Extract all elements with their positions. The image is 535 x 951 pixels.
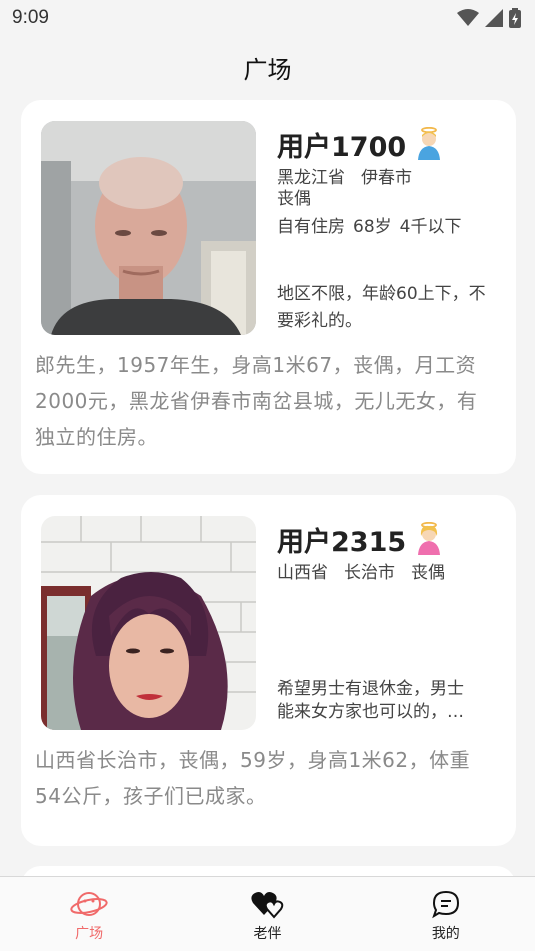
tab-label: 我的 <box>431 926 460 942</box>
tab-square[interactable]: 广场 <box>0 877 178 951</box>
income: 4千以下 <box>399 217 462 237</box>
wifi-icon <box>457 9 479 26</box>
tab-partner[interactable]: 老伴 <box>178 877 356 951</box>
status-time: 9:09 <box>12 7 49 28</box>
battery-icon <box>509 8 521 28</box>
bottom-tab-bar: 广场 老伴 我的 <box>0 876 535 951</box>
location: 黑龙江省 伊春市 <box>277 168 412 188</box>
page-title: 广场 <box>243 56 292 84</box>
signal-icon <box>485 9 503 27</box>
tab-mine[interactable]: 我的 <box>357 877 535 951</box>
profile-card[interactable]: 用户1700 黑龙江省 伊春市 丧偶 自有住房 68岁 4千以下 地区不限，年龄… <box>21 100 516 474</box>
feed-list[interactable]: 用户1700 黑龙江省 伊春市 丧偶 自有住房 68岁 4千以下 地区不限，年龄… <box>21 100 516 867</box>
planet-icon <box>70 892 108 916</box>
attributes-row: 自有住房 68岁 4千以下 <box>277 212 496 237</box>
female-avatar-icon <box>418 522 441 555</box>
tab-label: 老伴 <box>253 926 282 942</box>
male-avatar-icon <box>418 127 441 160</box>
profile-description: 山西省长治市，丧偶，59岁，身高1米62，体重54公斤，孩子们已成家。 <box>35 748 471 808</box>
user-name: 用户1700 <box>277 126 496 163</box>
profile-photo[interactable] <box>41 121 256 335</box>
status-icons <box>457 8 521 28</box>
partner-requirement: 希望男士有退休金，男士 能来女方家也可以的，… <box>277 679 464 722</box>
age: 68岁 <box>353 217 392 237</box>
profile-info: 用户1700 黑龙江省 伊春市 丧偶 自有住房 68岁 4千以下 地区不限，年龄… <box>277 121 496 335</box>
status-bar: 9:09 <box>0 0 535 36</box>
profile-info: 用户2315 山西省 长治市 丧偶 希望男士有退休金，男士 能来女方家也可以的，… <box>277 516 496 730</box>
chat-bubble-icon <box>432 890 459 919</box>
housing: 自有住房 <box>277 217 345 237</box>
profile-description: 郎先生，1957年生，身高1米67，丧偶，月工资2000元，黑龙省伊春市南岔县城… <box>35 353 478 449</box>
user-name: 用户2315 <box>277 521 496 558</box>
profile-card[interactable]: 用户2315 山西省 长治市 丧偶 希望男士有退休金，男士 能来女方家也可以的，… <box>21 495 516 846</box>
hearts-icon <box>251 892 284 919</box>
tab-label: 广场 <box>75 926 104 942</box>
location: 山西省 长治市 丧偶 <box>277 563 445 583</box>
profile-photo[interactable] <box>41 516 256 730</box>
partner-requirement: 地区不限，年龄60上下，不要彩礼的。 <box>277 284 486 331</box>
marital-status: 丧偶 <box>277 189 311 209</box>
